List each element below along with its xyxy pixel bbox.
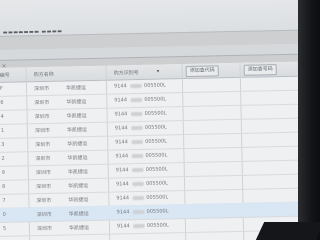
row-id: 4 — [0, 113, 4, 120]
row-id: 3 — [1, 141, 5, 148]
redacted-block — [131, 167, 144, 173]
row-agent: 华凯捷运 — [68, 211, 89, 218]
redacted-block — [132, 223, 145, 229]
sort-icon[interactable]: ▾ — [157, 69, 160, 75]
row-agent: 华凯捷运 — [68, 183, 89, 190]
row-buyer-name: 深圳市 — [34, 127, 50, 135]
redacted-block — [131, 153, 144, 159]
row-tax-suffix: 005500L — [144, 96, 167, 103]
row-tax-suffix: 005500L — [144, 124, 167, 131]
row-agent: 华凯捷运 — [68, 225, 90, 232]
row-tax-prefix: 9144 — [114, 111, 128, 118]
toolbar — [0, 43, 308, 61]
row-id: 0 — [2, 211, 6, 218]
row-buyer-name: 深圳市 — [33, 85, 50, 93]
row-id: 2 — [1, 155, 5, 162]
row-buyer-name: 深圳市 — [35, 169, 51, 177]
header-buyer-name[interactable]: 购方名称 — [34, 71, 54, 78]
row-tax-suffix: 005500L — [145, 138, 168, 145]
data-grid: 编号 购方名称 购方识别号 ▾ 添加查代码 添加查号码 F 深圳市 华凯捷运 9… — [0, 61, 312, 240]
row-buyer-name: 深圳市 — [36, 197, 52, 205]
row-agent: 华凯捷运 — [66, 113, 87, 120]
monitor-screen: ▬▬▬▬▬▬▬ ▬▬▬▬ × 编号 购方名称 购方识别号 ▾ 添加查代码 添加查… — [0, 0, 312, 240]
redacted-block — [130, 125, 143, 131]
row-tax-prefix: 9144 — [116, 209, 130, 216]
row-tax-suffix: 005500L — [145, 180, 168, 187]
row-tax-suffix: 005500L — [145, 152, 168, 159]
redacted-block — [132, 195, 145, 201]
row-tax-suffix: 005500L — [146, 208, 169, 215]
redacted-block — [130, 97, 143, 103]
monitor-bezel-corner — [255, 222, 320, 240]
row-id: 1 — [0, 127, 5, 134]
row-tax-suffix: 005500L — [145, 166, 168, 173]
row-buyer-name: 深圳市 — [36, 211, 52, 219]
row-buyer-name: 深圳市 — [34, 99, 50, 107]
row-tax-suffix: 005500L — [144, 110, 167, 117]
row-id: 7 — [2, 197, 6, 204]
row-id: F — [0, 85, 3, 92]
row-id: 6 — [0, 99, 4, 106]
row-id: 8 — [2, 183, 6, 190]
row-tax-suffix: 005500L — [143, 82, 166, 89]
row-tax-prefix: 9144 — [116, 223, 130, 230]
row-tax-prefix: 9144 — [115, 167, 129, 174]
photo-frame: ▬▬▬▬▬▬▬ ▬▬▬▬ × 编号 购方名称 购方识别号 ▾ 添加查代码 添加查… — [0, 0, 320, 240]
row-tax-prefix: 9144 — [113, 83, 127, 90]
add-number-column-button[interactable]: 添加查号码 — [243, 64, 277, 76]
row-tax-suffix: 005500L — [146, 194, 169, 201]
row-agent: 华凯捷运 — [67, 155, 88, 162]
row-agent: 华凯捷运 — [66, 99, 87, 106]
row-agent: 华凯捷运 — [67, 169, 88, 176]
redacted-block — [132, 181, 145, 187]
window-title: ▬▬▬▬▬▬▬ ▬▬▬▬ — [2, 28, 63, 36]
row-tax-prefix: 9144 — [114, 125, 128, 132]
redacted-block — [131, 139, 144, 145]
row-agent: 华凯捷运 — [66, 127, 87, 134]
row-agent: 华凯捷运 — [68, 197, 89, 204]
row-buyer-name: 深圳市 — [34, 113, 50, 121]
row-tax-suffix: 005500L — [146, 222, 169, 229]
row-tax-prefix: 9144 — [115, 139, 128, 146]
row-buyer-name: 深圳市 — [36, 225, 53, 233]
row-buyer-name: 深圳市 — [35, 155, 51, 163]
header-id[interactable]: 编号 — [0, 72, 10, 79]
row-id: 5 — [2, 225, 7, 232]
redacted-block — [130, 111, 143, 117]
header-tax-id[interactable]: 购方识别号 — [114, 69, 139, 77]
row-id: 9 — [1, 169, 6, 176]
row-tax-prefix: 9144 — [114, 97, 128, 104]
row-tax-prefix: 9144 — [115, 181, 129, 188]
row-tax-prefix: 9144 — [115, 153, 129, 160]
monitor-bezel — [298, 0, 320, 240]
row-agent: 华凯捷运 — [65, 85, 87, 92]
redacted-block — [129, 83, 143, 89]
add-code-column-button[interactable]: 添加查代码 — [185, 65, 219, 78]
row-tax-prefix: 9144 — [116, 195, 130, 202]
redacted-block — [132, 209, 145, 215]
row-buyer-name: 深圳市 — [35, 141, 51, 149]
row-agent: 华凯捷运 — [67, 141, 88, 148]
row-buyer-name: 深圳市 — [36, 183, 52, 191]
